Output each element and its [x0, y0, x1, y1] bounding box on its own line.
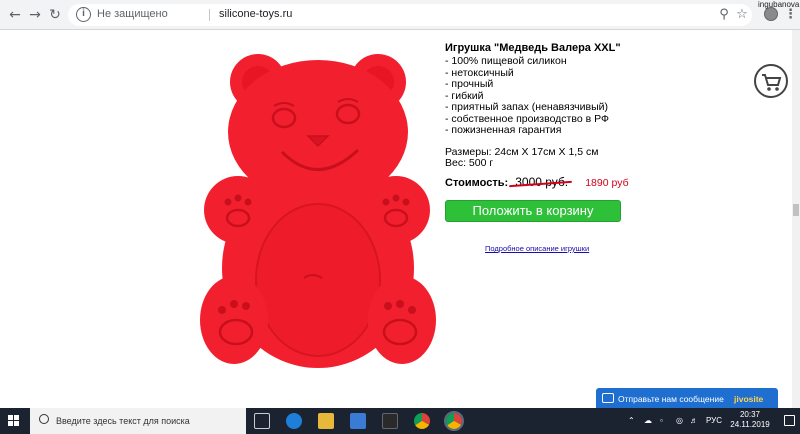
scroll-thumb[interactable] — [793, 204, 799, 216]
address-bar[interactable]: i Не защищено silicone-toys.ru ⚲ ☆ — [68, 4, 752, 26]
price-row: Стоимость: 3000 руб. 1890 руб — [445, 175, 629, 189]
divider — [209, 9, 210, 21]
network-icon[interactable]: ▫ — [660, 416, 663, 425]
bear-toy-image — [200, 54, 436, 368]
clock-time: 20:37 — [739, 410, 761, 419]
wifi-icon[interactable]: ◎ — [676, 416, 683, 425]
mail-icon[interactable] — [382, 413, 398, 429]
shopping-cart-icon — [762, 74, 782, 91]
chevron-up-icon[interactable]: ⌃ — [628, 416, 635, 425]
reload-icon[interactable]: ↻ — [46, 6, 64, 24]
clock[interactable]: 20:37 24.11.2019 — [728, 410, 772, 430]
forward-arrow-icon[interactable]: → — [26, 6, 44, 24]
chrome-icon[interactable] — [414, 413, 430, 429]
search-icon — [39, 414, 49, 424]
cart-icon[interactable] — [754, 64, 788, 98]
menu-icon[interactable]: ⋮ — [784, 6, 797, 24]
old-price: 3000 руб. — [515, 175, 569, 189]
price-label: Стоимость: — [445, 177, 509, 189]
volume-icon[interactable]: ♬ — [690, 416, 698, 425]
chrome-active-icon[interactable] — [444, 411, 464, 431]
task-view-icon[interactable] — [254, 413, 270, 429]
feature-item: - 100% пищевой силикон — [445, 55, 567, 67]
back-arrow-icon[interactable]: ← — [6, 6, 24, 24]
add-to-cart-button[interactable]: Положить в корзину — [445, 200, 621, 222]
info-icon[interactable]: i — [76, 7, 91, 22]
chat-message[interactable]: Отправьте нам сообщение — [618, 394, 724, 404]
cloud-icon[interactable]: ☁ — [644, 416, 652, 425]
feature-item: - приятный запах (ненавязчивый) — [445, 101, 608, 113]
product-title: Игрушка "Медведь Валера XXL" — [445, 42, 621, 54]
chat-icon — [602, 393, 614, 403]
chat-brand: jivosite — [734, 394, 764, 404]
url-text[interactable]: silicone-toys.ru — [219, 8, 292, 20]
clock-date: 24.11.2019 — [730, 420, 770, 429]
product-weight: Вес: 500 г — [445, 157, 494, 169]
product-info: Игрушка "Медведь Валера XXL" - 100% пище… — [445, 42, 745, 170]
star-icon[interactable]: ☆ — [734, 7, 750, 23]
security-status[interactable]: Не защищено — [97, 8, 168, 20]
feature-item: - прочный — [445, 78, 494, 90]
scrollbar[interactable] — [792, 30, 800, 408]
edge-icon[interactable] — [286, 413, 302, 429]
search-placeholder: Введите здесь текст для поиска — [56, 416, 190, 426]
browser-toolbar: ← → ↻ i Не защищено silicone-toys.ru ⚲ ☆… — [0, 0, 800, 30]
new-price: 1890 руб — [585, 177, 629, 189]
windows-start-icon[interactable] — [8, 415, 20, 427]
taskbar-search[interactable]: Введите здесь текст для поиска — [30, 408, 246, 434]
file-explorer-icon[interactable] — [318, 413, 334, 429]
bear-image — [200, 40, 440, 380]
zoom-icon[interactable]: ⚲ — [716, 7, 732, 23]
details-link[interactable]: Подробное описание игрушки — [485, 244, 589, 253]
avatar[interactable] — [764, 7, 778, 21]
language-indicator[interactable]: РУС — [706, 416, 722, 425]
taskbar: Введите здесь текст для поиска ⌃ ☁ ▫ ◎ ♬… — [0, 408, 800, 434]
bear-belly — [255, 203, 381, 357]
chat-widget[interactable]: Отправьте нам сообщение jivosite — [596, 388, 778, 410]
page-content: Игрушка "Медведь Валера XXL" - 100% пище… — [0, 30, 800, 410]
feature-item: - пожизненная гарантия — [445, 124, 562, 136]
store-icon[interactable] — [350, 413, 366, 429]
notification-icon[interactable] — [784, 415, 795, 426]
